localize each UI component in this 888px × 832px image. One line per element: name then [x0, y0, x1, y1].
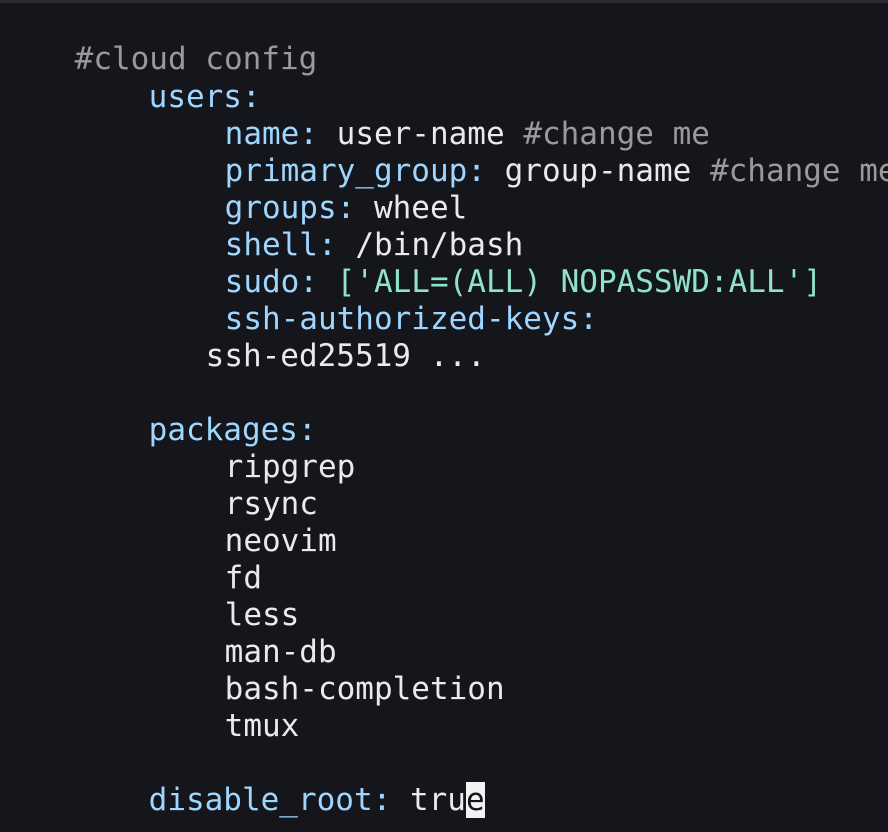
- editor-line-21: disable_root: true: [74, 745, 485, 818]
- comment-change-me: #change me: [709, 153, 888, 189]
- colon: :: [372, 782, 392, 818]
- editor-line-9: ssh-ed25519 ...: [131, 301, 486, 374]
- value-ssh-key: ssh-ed25519 ...: [205, 338, 486, 374]
- editor-line-5: groups: wheel: [150, 153, 468, 226]
- package-item: neovim: [150, 486, 337, 559]
- colon: :: [467, 153, 486, 189]
- code-editor[interactable]: #cloud config users: name: user-name #ch…: [0, 0, 888, 832]
- editor-line-2: users:: [74, 42, 261, 115]
- editor-top-border: [0, 0, 888, 3]
- text-cursor[interactable]: e: [465, 782, 485, 818]
- key-disable-root: disable_root: [148, 782, 373, 818]
- package-item: tmux: [150, 671, 300, 744]
- package-item: less: [150, 560, 300, 633]
- empty-line-marker: ~: [0, 782, 94, 832]
- editor-line-6: shell: /bin/bash: [150, 190, 524, 263]
- package-item: ripgrep: [150, 412, 356, 485]
- package-item: man-db: [150, 597, 337, 670]
- editor-line-1: #cloud config: [0, 4, 318, 77]
- editor-line-8: ssh-authorized-keys:: [150, 264, 598, 337]
- package-name: tmux: [224, 708, 300, 744]
- tilde-marker: ~: [75, 819, 94, 832]
- package-item: fd: [150, 523, 262, 596]
- editor-line-7: sudo: ['ALL=(ALL) NOPASSWD:ALL']: [150, 227, 822, 300]
- package-item: rsync: [150, 449, 318, 522]
- value-group-name: group-name: [504, 153, 692, 189]
- editor-line-4: primary_group: group-name #change me: [150, 116, 888, 189]
- colon: :: [579, 301, 598, 337]
- editor-line-3: name: user-name #change me: [150, 79, 710, 152]
- value-true-prefix: tru: [409, 782, 466, 818]
- package-item: bash-completion: [150, 634, 505, 707]
- editor-line-11: packages:: [74, 375, 317, 448]
